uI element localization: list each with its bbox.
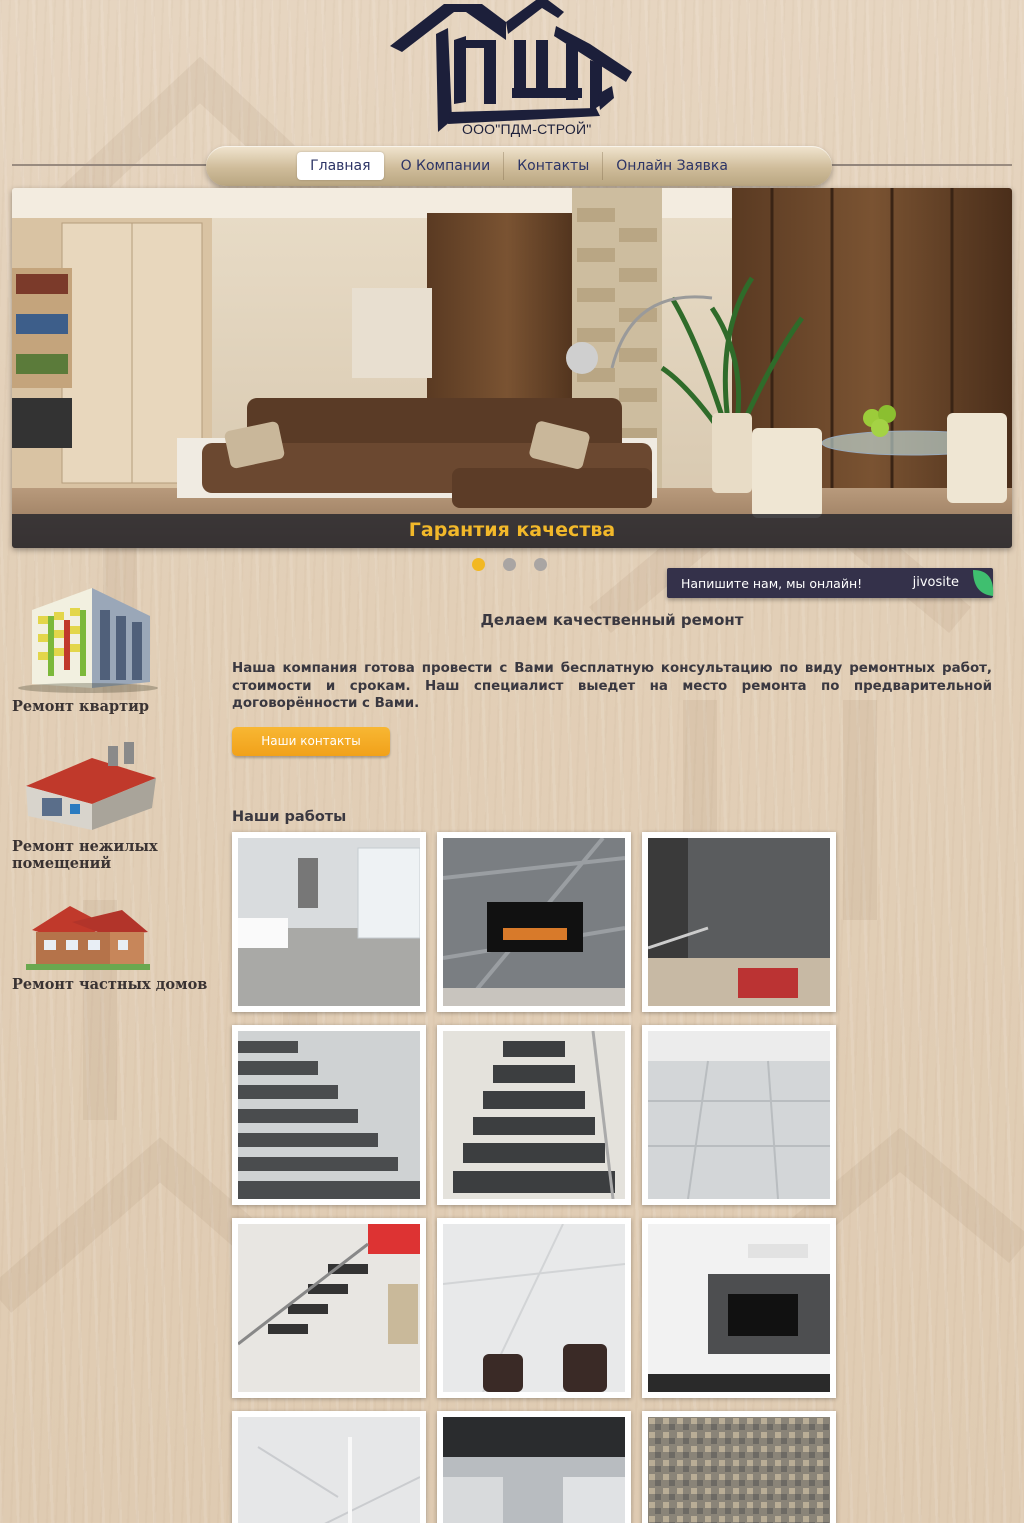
contacts-button[interactable]: Наши контакты xyxy=(232,727,390,756)
sidebar-item-label: Ремонт нежилых помещений xyxy=(12,838,158,872)
photo-showroom xyxy=(238,838,420,1006)
nav-item-home[interactable]: Главная xyxy=(297,152,384,180)
sidebar-item-label: Ремонт квартир xyxy=(12,698,149,715)
slider-dots xyxy=(472,558,547,571)
gallery-photo-5[interactable] xyxy=(437,1025,631,1205)
sidebar-item-apartments[interactable]: Ремонт квартир xyxy=(12,580,222,715)
gallery-photo-4[interactable] xyxy=(232,1025,426,1205)
gallery-photo-10[interactable] xyxy=(232,1411,426,1523)
intro-text: Наша компания готова провести с Вами бес… xyxy=(232,661,992,711)
works-heading: Наши работы xyxy=(232,809,347,825)
gallery-photo-11[interactable] xyxy=(437,1411,631,1523)
sidebar-item-label: Ремонт частных домов xyxy=(12,976,208,993)
photo-stairs-railing xyxy=(238,1224,420,1392)
chat-leaf-icon xyxy=(973,570,994,596)
photo-dark-wall xyxy=(648,838,830,1006)
gallery-photo-6[interactable] xyxy=(642,1025,836,1205)
slide-caption: Гарантия качества xyxy=(12,514,1012,548)
gallery-photo-2[interactable] xyxy=(437,832,631,1012)
main-navigation: Главная О Компании Контакты Онлайн Заявк… xyxy=(206,146,832,186)
nav-item-online-request[interactable]: Онлайн Заявка xyxy=(603,152,741,180)
nav-item-about[interactable]: О Компании xyxy=(388,152,505,180)
gallery-photo-3[interactable] xyxy=(642,832,836,1012)
slider-dot-3[interactable] xyxy=(534,558,547,571)
gallery-photo-9[interactable] xyxy=(642,1218,836,1398)
hero-slider[interactable]: Гарантия качества xyxy=(12,188,1012,548)
chat-brand: jivosite xyxy=(912,575,959,590)
photo-marble-wall xyxy=(238,1417,420,1523)
nav-item-contacts[interactable]: Контакты xyxy=(504,152,604,180)
slider-dot-2[interactable] xyxy=(503,558,516,571)
photo-mosaic-tile xyxy=(648,1417,830,1523)
house-icon xyxy=(26,906,150,970)
gallery-photo-1[interactable] xyxy=(232,832,426,1012)
photo-marble-fireplace xyxy=(443,838,625,1006)
warehouse-icon xyxy=(26,742,156,830)
slide-image-living-room xyxy=(12,188,1012,548)
apartment-building-icon xyxy=(18,588,158,693)
chat-prompt: Напишите нам, мы онлайн! xyxy=(681,575,863,591)
page-title: Делаем качественный ремонт xyxy=(480,611,744,629)
gallery-photo-12[interactable] xyxy=(642,1411,836,1523)
chat-widget[interactable]: Напишите нам, мы онлайн! jivosite xyxy=(667,568,994,598)
gallery-photo-7[interactable] xyxy=(232,1218,426,1398)
photo-tiled-floor xyxy=(648,1031,830,1199)
photo-stairs-2 xyxy=(443,1031,625,1199)
sidebar-item-houses[interactable]: Ремонт частных домов xyxy=(12,902,222,993)
photo-tv-wall xyxy=(648,1224,830,1392)
sidebar-item-commercial[interactable]: Ремонт нежилых помещений xyxy=(12,742,222,872)
company-name: ООО"ПДМ-СТРОЙ" xyxy=(462,121,592,137)
photo-warehouse-showroom xyxy=(443,1417,625,1523)
gallery-photo-8[interactable] xyxy=(437,1218,631,1398)
photo-stairs-1 xyxy=(238,1031,420,1199)
slider-dot-1[interactable] xyxy=(472,558,485,571)
photo-marble-office xyxy=(443,1224,625,1392)
